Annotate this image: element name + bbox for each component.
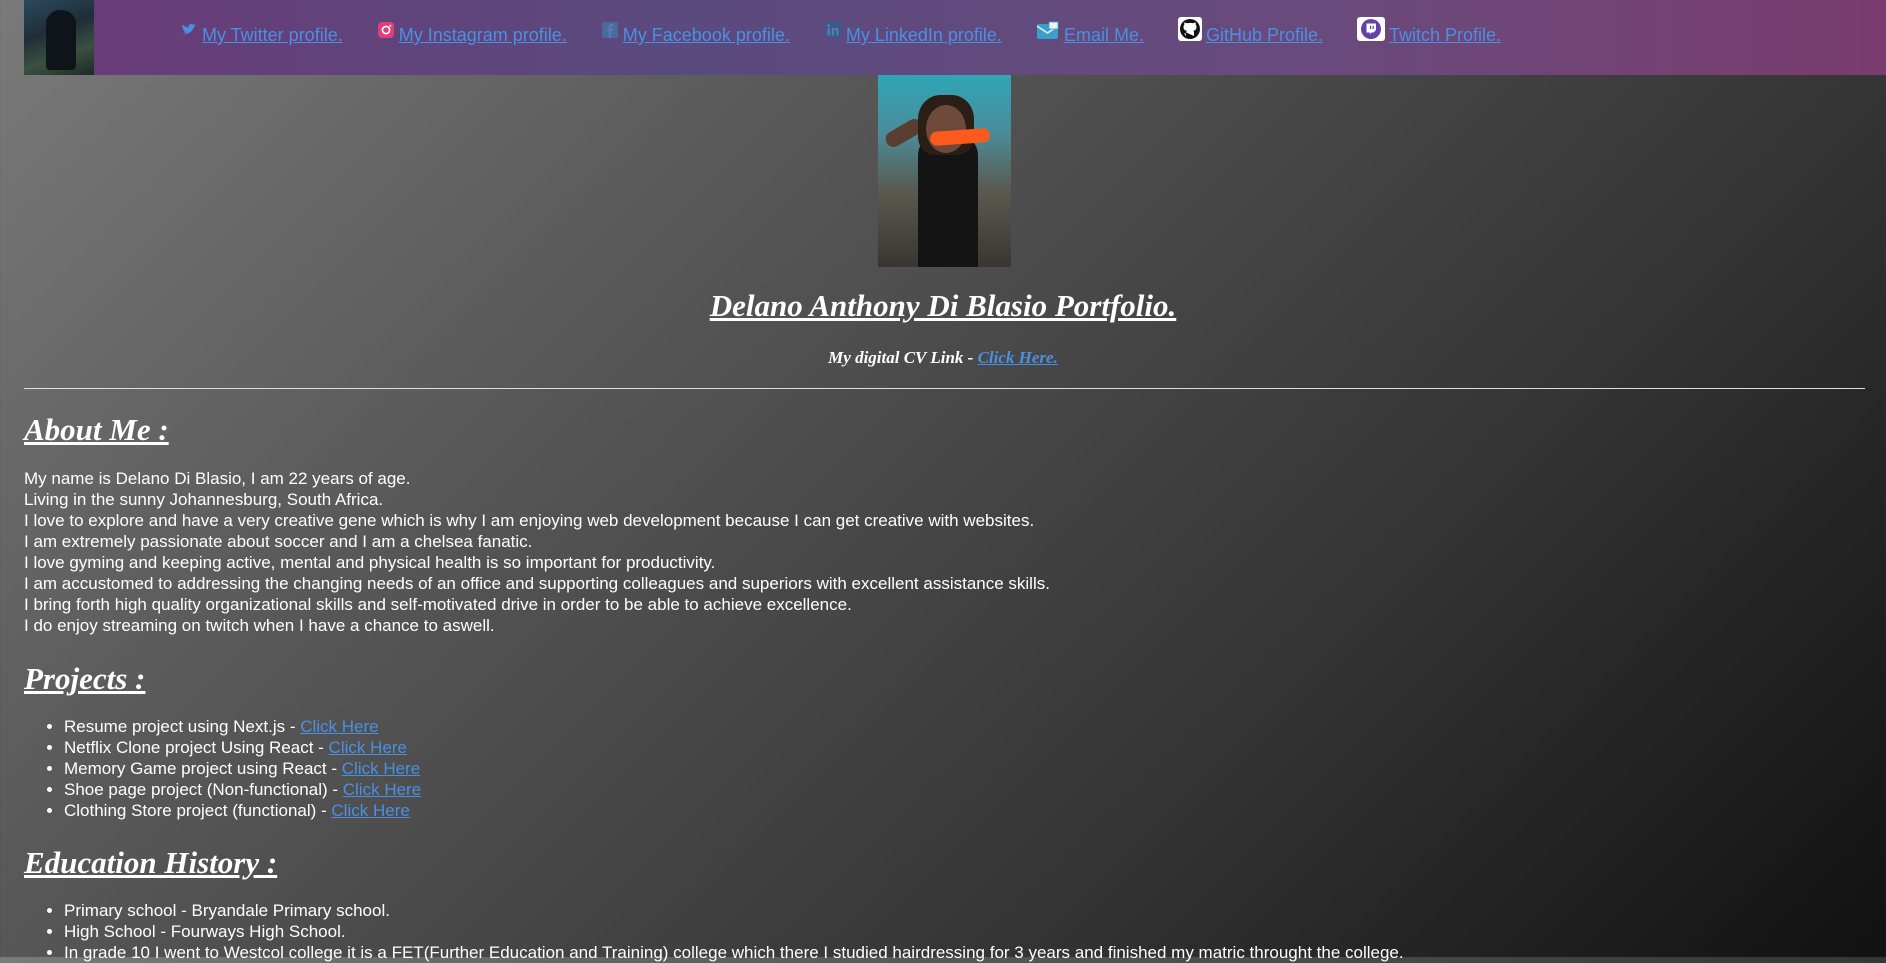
project-link[interactable]: Click Here — [343, 780, 421, 799]
list-item: Resume project using Next.js - Click Her… — [64, 716, 421, 737]
instagram-icon — [377, 21, 395, 39]
project-text: Shoe page project (Non-functional) - — [64, 780, 343, 799]
about-line: I do enjoy streaming on twitch when I ha… — [24, 616, 495, 635]
about-line: I love gyming and keeping active, mental… — [24, 553, 716, 572]
about-line: My name is Delano Di Blasio, I am 22 yea… — [24, 469, 411, 488]
nav-link-linkedin[interactable]: My LinkedIn profile. — [824, 0, 1002, 46]
nav-link-twitter[interactable]: My Twitter profile. — [180, 0, 343, 46]
nav-link-label: My LinkedIn profile. — [845, 25, 1002, 45]
social-links: My Twitter profile. My Instagram profile… — [180, 0, 1535, 75]
about-line: I am accustomed to addressing the changi… — [24, 574, 1050, 593]
about-text: My name is Delano Di Blasio, I am 22 yea… — [24, 468, 1050, 636]
nav-link-label: My Instagram profile. — [398, 25, 567, 45]
nav-avatar-image — [24, 0, 94, 75]
github-icon — [1177, 17, 1202, 41]
about-line: Living in the sunny Johannesburg, South … — [24, 490, 384, 509]
project-text: Netflix Clone project Using React - — [64, 738, 329, 757]
list-item: Netflix Clone project Using React - Clic… — [64, 737, 421, 758]
nav-link-label: Email Me. — [1063, 25, 1144, 45]
nav-link-label: Twitch Profile. — [1389, 25, 1502, 45]
twitch-icon — [1357, 17, 1385, 41]
cv-link-prefix: My digital CV Link - — [828, 348, 978, 367]
nav-link-label: GitHub Profile. — [1205, 25, 1323, 45]
nav-link-facebook[interactable]: My Facebook profile. — [601, 0, 790, 46]
about-heading: About Me : — [24, 412, 169, 447]
projects-heading: Projects : — [24, 661, 146, 696]
project-text: Clothing Store project (functional) - — [64, 801, 332, 820]
profile-photo — [878, 75, 1011, 267]
project-link[interactable]: Click Here — [300, 717, 378, 736]
nav-link-label: My Facebook profile. — [622, 25, 790, 45]
facebook-icon — [601, 21, 619, 39]
top-navigation-bar: My Twitter profile. My Instagram profile… — [24, 0, 1886, 75]
education-list: Primary school - Bryandale Primary schoo… — [24, 900, 1404, 963]
email-icon — [1036, 21, 1060, 39]
nav-link-email[interactable]: Email Me. — [1036, 0, 1144, 46]
page-title: Delano Anthony Di Blasio Portfolio. — [709, 288, 1177, 323]
list-item: Memory Game project using React - Click … — [64, 758, 421, 779]
nav-link-twitch[interactable]: Twitch Profile. — [1357, 0, 1501, 46]
list-item: Shoe page project (Non-functional) - Cli… — [64, 779, 421, 800]
linkedin-icon — [824, 21, 842, 39]
nav-link-instagram[interactable]: My Instagram profile. — [377, 0, 567, 46]
divider — [24, 388, 1865, 389]
project-text: Resume project using Next.js - — [64, 717, 301, 736]
cv-link-line: My digital CV Link - Click Here. — [0, 348, 1886, 368]
projects-list: Resume project using Next.js - Click Her… — [24, 716, 421, 821]
nav-link-github[interactable]: GitHub Profile. — [1177, 0, 1323, 46]
list-item: High School - Fourways High School. — [64, 921, 1404, 942]
project-link[interactable]: Click Here — [329, 738, 407, 757]
nav-link-label: My Twitter profile. — [202, 25, 343, 45]
project-link[interactable]: Click Here — [342, 759, 420, 778]
twitter-icon — [180, 21, 198, 39]
list-item: Clothing Store project (functional) - Cl… — [64, 800, 421, 821]
about-line: I love to explore and have a very creati… — [24, 511, 1035, 530]
list-item: Primary school - Bryandale Primary schoo… — [64, 900, 1404, 921]
list-item: In grade 10 I went to Westcol college it… — [64, 942, 1404, 963]
education-heading: Education History : — [24, 845, 278, 880]
project-link[interactable]: Click Here — [331, 801, 409, 820]
cv-link[interactable]: Click Here. — [978, 348, 1058, 367]
project-text: Memory Game project using React - — [64, 759, 342, 778]
about-line: I bring forth high quality organizationa… — [24, 595, 852, 614]
about-line: I am extremely passionate about soccer a… — [24, 532, 533, 551]
